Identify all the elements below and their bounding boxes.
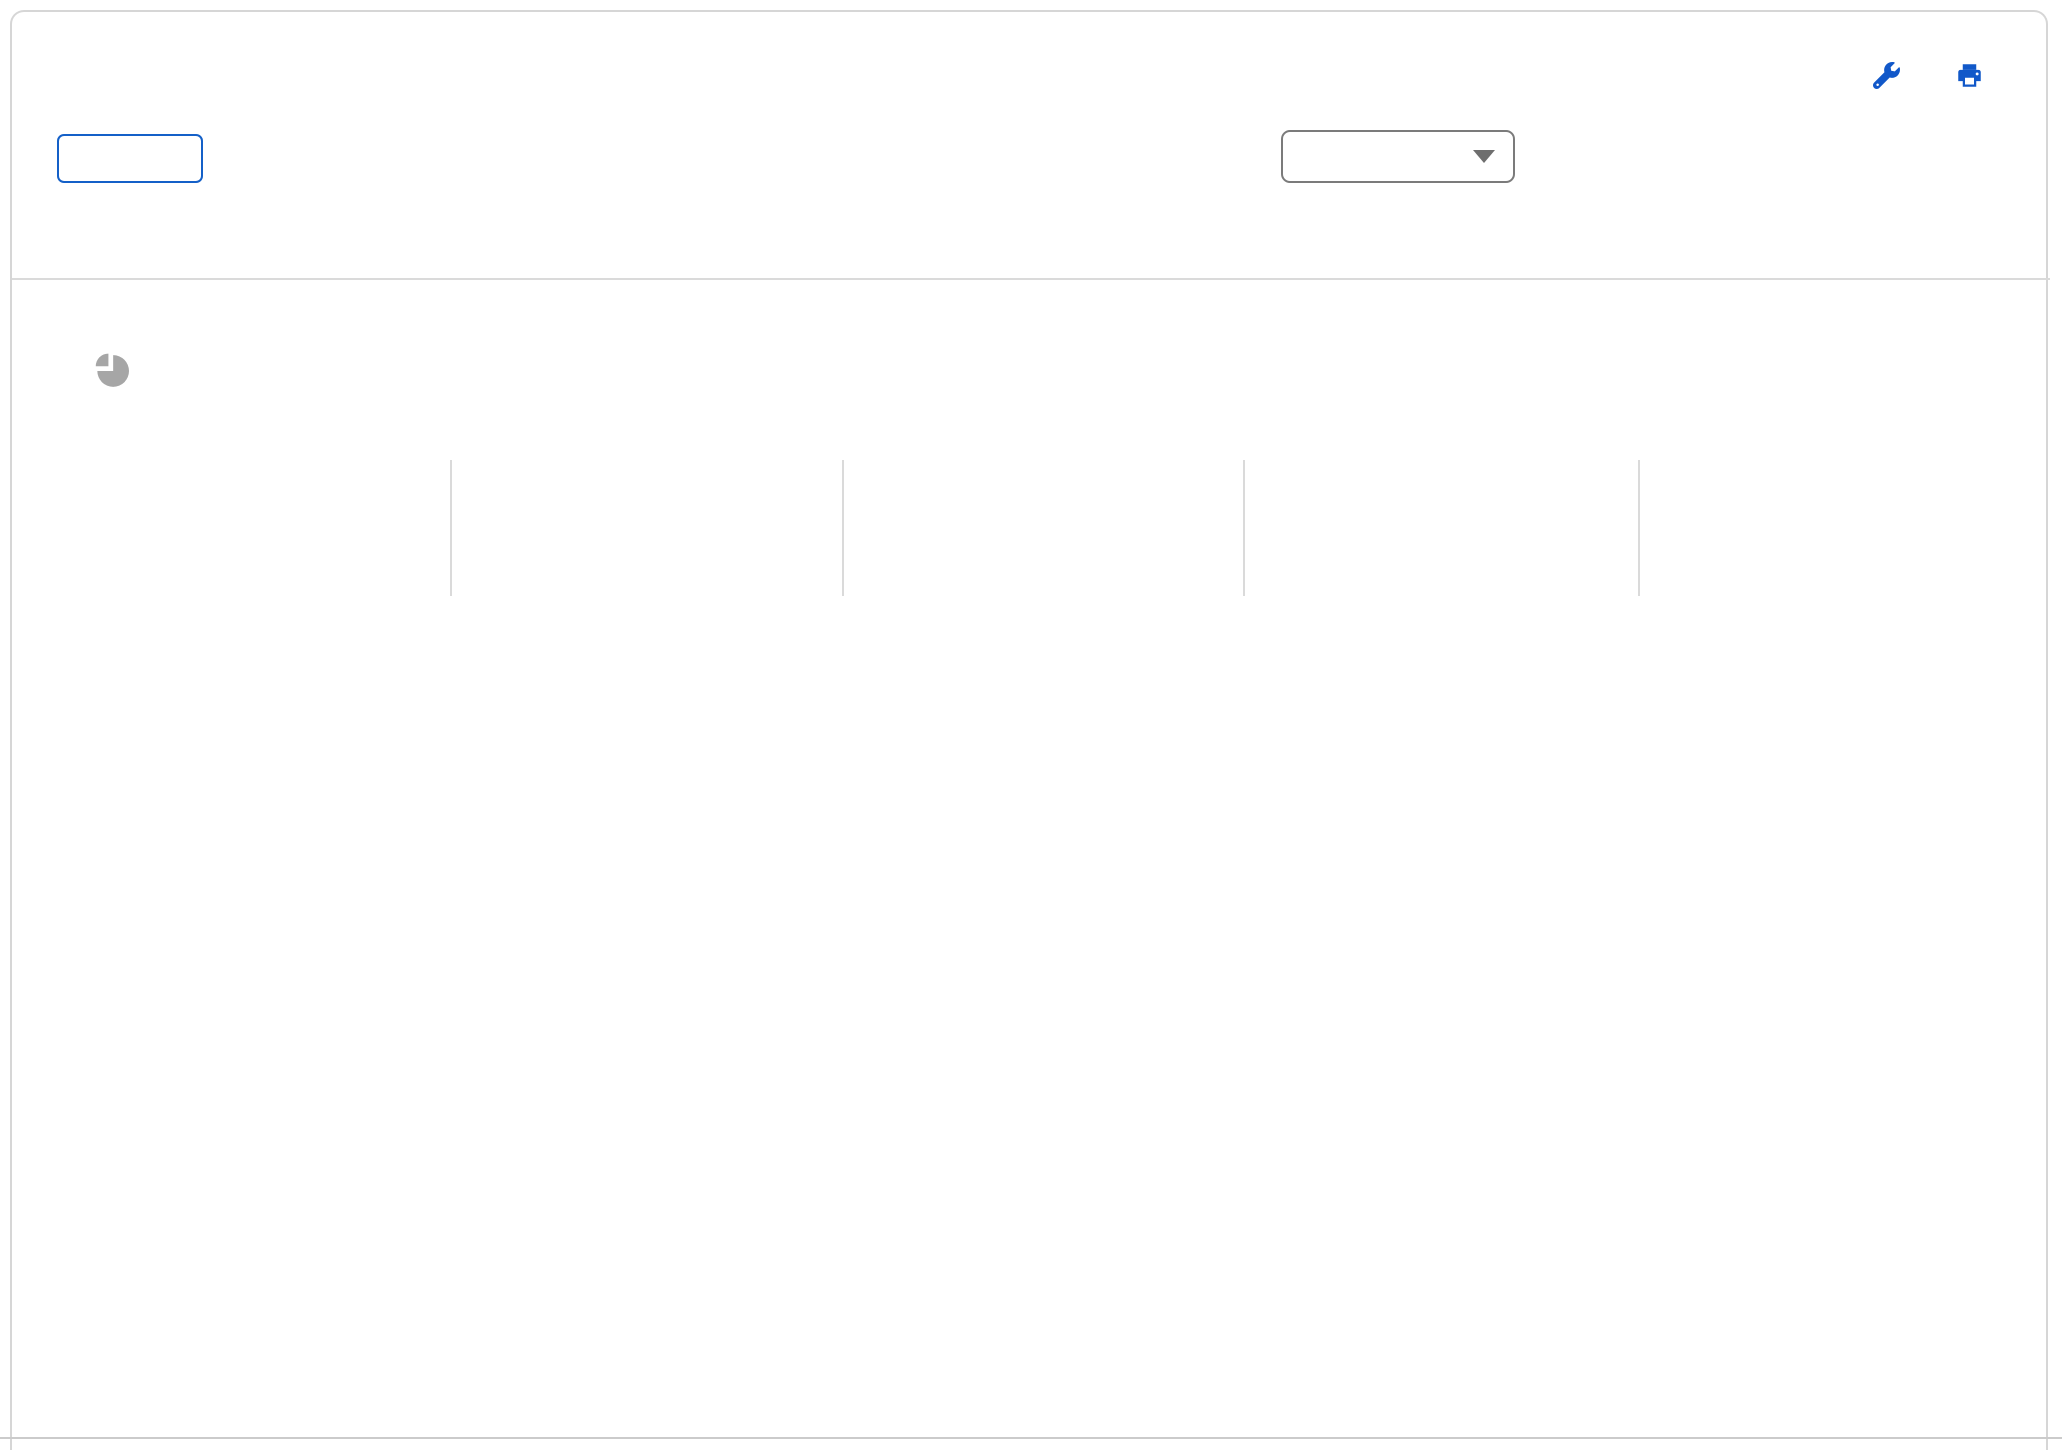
- stat-divider: [842, 460, 844, 596]
- stacked-bar-chart[interactable]: [172, 652, 1950, 1324]
- header-divider: [12, 278, 2050, 280]
- add-filter-button[interactable]: [57, 134, 203, 183]
- likely-human-legend-dot: [1281, 483, 1302, 504]
- verified-bot-legend-dot: [1681, 483, 1702, 504]
- stat-likely-automated[interactable]: [885, 478, 919, 522]
- pie-chart-icon: [91, 352, 129, 395]
- likely-automated-legend-dot: [885, 483, 906, 504]
- stat-divider: [1638, 460, 1640, 596]
- stat-divider: [450, 460, 452, 596]
- time-range-select[interactable]: [1281, 130, 1515, 183]
- section-bottom-divider: [0, 1437, 2062, 1439]
- stat-likely-human[interactable]: [1281, 478, 1315, 522]
- print-report-link[interactable]: [1956, 62, 1995, 89]
- stat-automated[interactable]: [490, 478, 524, 522]
- chart-section-heading: [75, 352, 129, 395]
- stat-verified-bot[interactable]: [1681, 478, 1715, 522]
- automated-legend-dot: [490, 483, 511, 504]
- chevron-down-icon: [1473, 150, 1495, 163]
- wrench-icon: [1873, 62, 1900, 89]
- bot-analytics-page: [0, 0, 2062, 1450]
- printer-icon: [1956, 62, 1983, 89]
- configure-super-bot-fight-mode-link[interactable]: [1873, 62, 1912, 89]
- stat-divider: [1243, 460, 1245, 596]
- header-actions: [1873, 62, 1995, 89]
